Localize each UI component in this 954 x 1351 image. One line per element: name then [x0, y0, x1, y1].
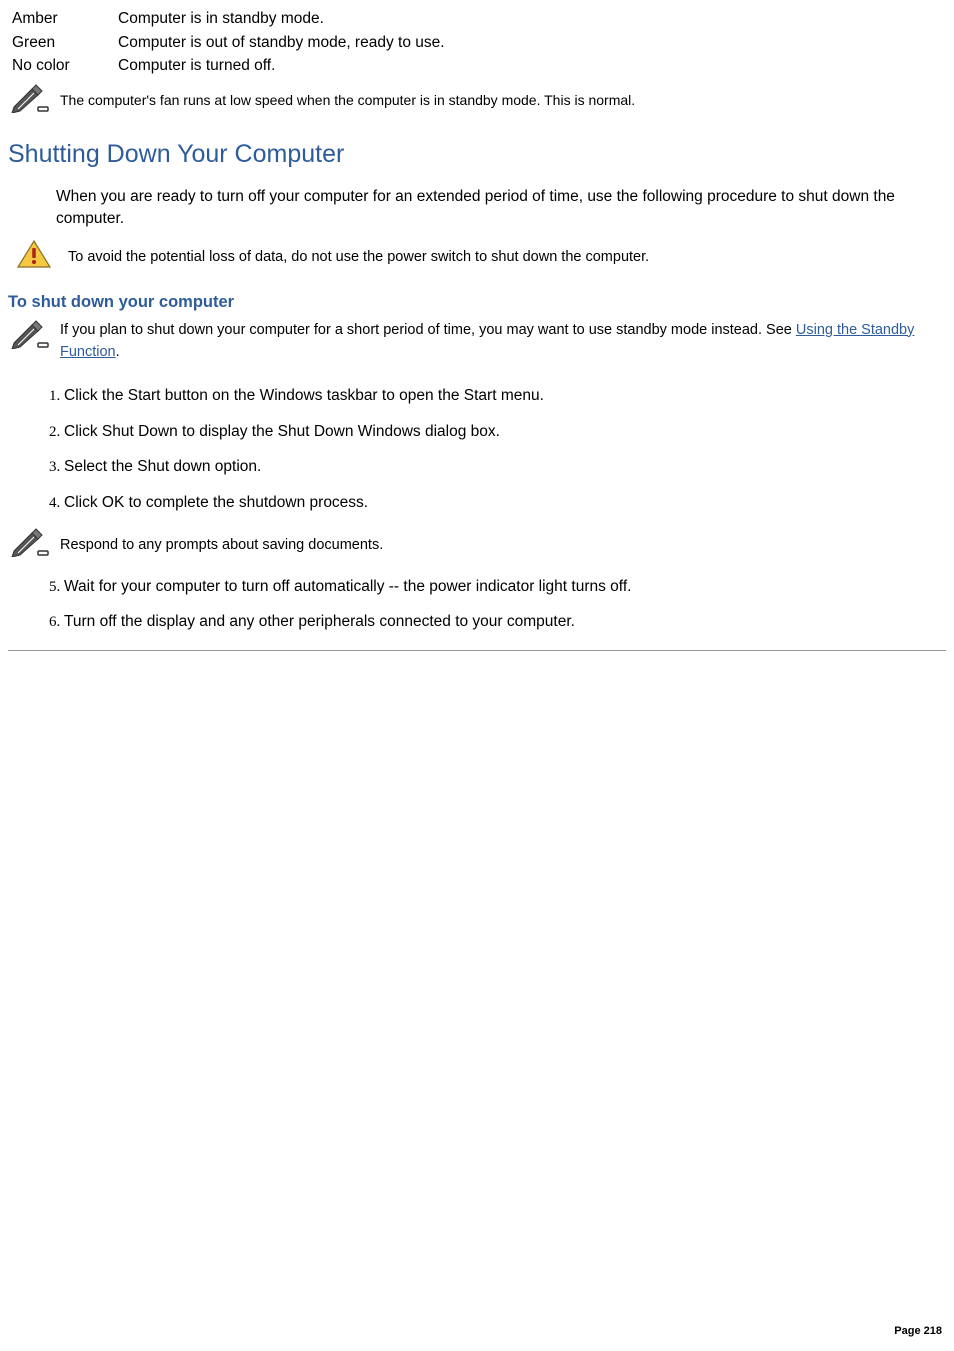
step-item: Select the Shut down option.: [64, 449, 946, 485]
pen-note-icon: [8, 527, 52, 563]
steps-list-a: Click the Start button on the Windows ta…: [36, 378, 946, 521]
status-row: Green Computer is out of standby mode, r…: [8, 32, 457, 56]
step-item: Click Shut Down to display the Shut Down…: [64, 414, 946, 450]
warning-icon: [16, 239, 52, 275]
steps-list-b: Wait for your computer to turn off autom…: [36, 569, 946, 640]
status-color: No color: [8, 55, 114, 79]
step-item: Click OK to complete the shutdown proces…: [64, 485, 946, 521]
step-item: Turn off the display and any other perip…: [64, 604, 946, 640]
fan-note-text: The computer's fan runs at low speed whe…: [60, 91, 635, 111]
intro-paragraph: When you are ready to turn off your comp…: [56, 186, 946, 229]
status-desc: Computer is turned off.: [114, 55, 457, 79]
standby-note-pre: If you plan to shut down your computer f…: [60, 322, 796, 338]
warning-note: To avoid the potential loss of data, do …: [16, 239, 946, 275]
warning-text: To avoid the potential loss of data, do …: [68, 247, 649, 267]
pen-note-icon: [8, 83, 52, 119]
fan-note: The computer's fan runs at low speed whe…: [8, 83, 946, 119]
sub-heading: To shut down your computer: [8, 291, 946, 314]
status-table: Amber Computer is in standby mode. Green…: [8, 8, 457, 79]
status-color: Green: [8, 32, 114, 56]
status-desc: Computer is in standby mode.: [114, 8, 457, 32]
status-row: No color Computer is turned off.: [8, 55, 457, 79]
standby-note: If you plan to shut down your computer f…: [8, 319, 946, 365]
pen-note-icon: [8, 319, 52, 355]
section-heading: Shutting Down Your Computer: [8, 137, 946, 172]
status-color: Amber: [8, 8, 114, 32]
step-item: Click the Start button on the Windows ta…: [64, 378, 946, 414]
standby-note-post: .: [116, 344, 120, 360]
respond-note-text: Respond to any prompts about saving docu…: [60, 535, 383, 555]
standby-note-text: If you plan to shut down your computer f…: [60, 322, 914, 361]
status-desc: Computer is out of standby mode, ready t…: [114, 32, 457, 56]
step-item: Wait for your computer to turn off autom…: [64, 569, 946, 605]
page-number: Page 218: [894, 1324, 942, 1339]
section-divider: [8, 650, 946, 651]
status-row: Amber Computer is in standby mode.: [8, 8, 457, 32]
respond-note: Respond to any prompts about saving docu…: [8, 527, 946, 563]
